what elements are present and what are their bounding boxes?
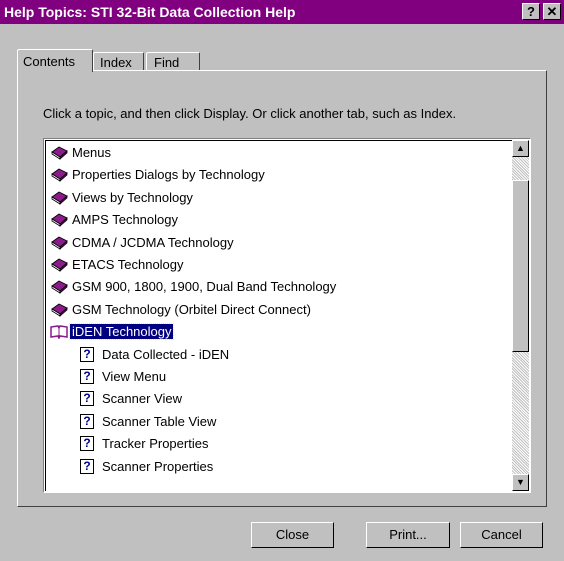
help-page-icon: ?	[80, 391, 94, 407]
closed-book-icon	[51, 303, 68, 317]
open-book-icon	[50, 325, 68, 340]
topics-tree-inner: Menus Properties Dialogs by Technology Vie…	[45, 140, 529, 491]
topic-item[interactable]: GSM 900, 1800, 1900, Dual Band Technolog…	[46, 277, 506, 297]
topic-label: GSM Technology (Orbitel Direct Connect)	[72, 301, 311, 317]
topic-item[interactable]: CDMA / JCDMA Technology	[46, 233, 506, 253]
closed-book-icon	[51, 168, 68, 183]
closed-book-icon	[51, 191, 68, 205]
topic-label: iDEN Technology	[68, 323, 175, 341]
help-page-icon: ?	[80, 458, 94, 474]
scroll-up-arrow-icon[interactable]: ▲	[512, 140, 529, 157]
topic-label: Properties Dialogs by Technology	[72, 167, 265, 183]
closed-book-icon	[51, 213, 68, 228]
tab-index[interactable]: Index	[93, 52, 144, 71]
help-page-icon: ?	[80, 413, 94, 429]
topics-tree[interactable]: Menus Properties Dialogs by Technology Vie…	[43, 138, 531, 493]
tab-find-label: Find	[154, 55, 180, 70]
topic-label: Scanner Table View	[102, 413, 217, 429]
topic-item[interactable]: Views by Technology	[46, 188, 506, 208]
topic-item[interactable]: ? Data Collected - iDEN	[46, 345, 506, 365]
tab-index-label: Index	[100, 55, 132, 70]
topic-label: Menus	[72, 145, 112, 160]
instruction-text: Click a topic, and then click Display. O…	[43, 106, 457, 121]
close-button[interactable]: Close	[251, 522, 334, 548]
help-page-icon: ?	[80, 346, 94, 362]
help-page-icon: ?	[80, 436, 94, 452]
topic-label: Scanner View	[102, 391, 182, 407]
topic-item[interactable]: AMPS Technology	[46, 210, 506, 230]
topic-item[interactable]: iDEN Technology	[46, 322, 506, 342]
vertical-scrollbar[interactable]: ▲ ▼	[512, 140, 529, 491]
topic-label: CDMA / JCDMA Technology	[72, 234, 234, 250]
tab-contents[interactable]: Contents	[17, 49, 93, 72]
topic-label: AMPS Technology	[72, 212, 178, 228]
topic-item[interactable]: GSM Technology (Orbitel Direct Connect)	[46, 300, 506, 320]
topic-item[interactable]: ? Scanner Table View	[46, 412, 506, 432]
topic-item[interactable]: Properties Dialogs by Technology	[46, 165, 506, 185]
tab-find[interactable]: Find	[146, 52, 200, 71]
topic-item[interactable]: ? Scanner Properties	[46, 457, 506, 477]
closed-book-icon	[51, 236, 68, 250]
topic-label: Scanner Properties	[102, 458, 214, 474]
help-button[interactable]: ?	[522, 3, 540, 20]
topic-item[interactable]: Menus	[46, 143, 506, 163]
closed-book-icon	[51, 258, 68, 272]
closed-book-icon	[51, 280, 68, 295]
topic-label: Tracker Properties	[102, 436, 209, 452]
topic-label: ETACS Technology	[72, 257, 184, 272]
closed-book-icon	[51, 146, 68, 160]
print-button[interactable]: Print...	[366, 522, 450, 548]
scroll-down-arrow-icon[interactable]: ▼	[512, 474, 529, 491]
topic-item[interactable]: ? Tracker Properties	[46, 434, 506, 454]
close-window-button[interactable]: ✕	[543, 3, 561, 20]
topic-item[interactable]: ? View Menu	[46, 367, 506, 387]
topic-item[interactable]: ETACS Technology	[46, 255, 506, 275]
window-title: Help Topics: STI 32-Bit Data Collection …	[4, 4, 296, 20]
topic-item[interactable]: ? Scanner View	[46, 389, 506, 409]
scroll-thumb[interactable]	[512, 180, 529, 352]
topic-label: GSM 900, 1800, 1900, Dual Band Technolog…	[72, 279, 337, 295]
tab-contents-label: Contents	[23, 54, 76, 69]
topic-label: Data Collected - iDEN	[102, 346, 230, 362]
help-page-icon: ?	[80, 369, 94, 384]
cancel-button[interactable]: Cancel	[460, 522, 543, 548]
topic-label: Views by Technology	[72, 189, 193, 205]
title-bar: Help Topics: STI 32-Bit Data Collection …	[0, 0, 564, 24]
topic-label: View Menu	[102, 369, 167, 384]
